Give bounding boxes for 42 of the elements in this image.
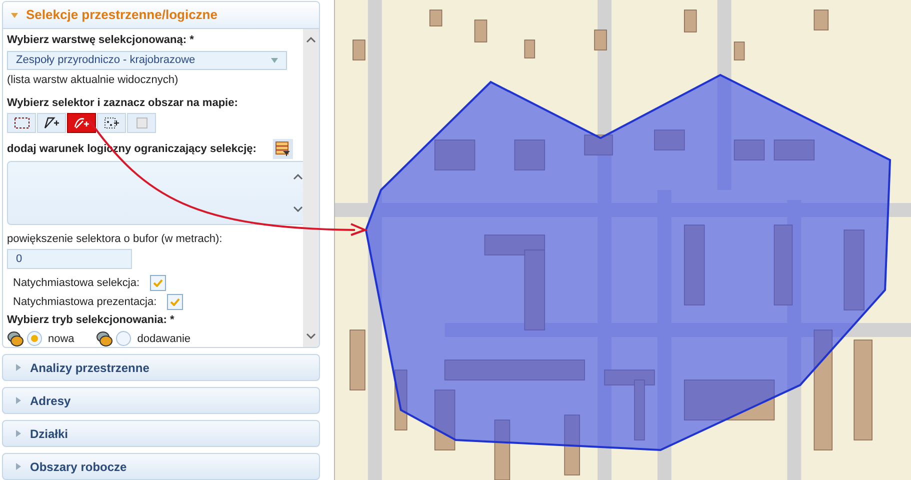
layers-icon	[7, 330, 25, 347]
accordion-header[interactable]: Obszary robocze	[2, 453, 320, 480]
dashed-rectangle-icon	[14, 117, 30, 130]
selector-label: Wybierz selektor i zaznacz obszar na mapie:	[7, 96, 239, 111]
radio-button[interactable]	[116, 331, 132, 346]
layers-icon	[96, 330, 114, 347]
blank-square-icon	[134, 117, 150, 130]
accordion-header[interactable]: Adresy	[2, 387, 320, 414]
scroll-up-icon[interactable]	[293, 174, 303, 180]
layer-dropdown[interactable]: Zespoły przyrodniczo - krajobrazowe	[7, 50, 287, 70]
layer-note: (lista warstw aktualnie widocznych)	[7, 73, 180, 88]
selector-tool-button[interactable]	[67, 113, 96, 134]
checkbox[interactable]	[150, 275, 166, 292]
radio-label: nowa	[48, 332, 74, 347]
radio-button[interactable]	[27, 331, 42, 346]
map-drawing[interactable]	[335, 0, 911, 480]
collapsed-caret-icon	[15, 364, 22, 371]
collapsed-caret-icon	[15, 397, 22, 404]
checkbox-label: Natychmiastowa prezentacja:	[13, 294, 157, 310]
filter-table-icon[interactable]	[273, 139, 293, 160]
layer-label: Wybierz warstwę selekcjonowaną: *	[7, 33, 195, 48]
mode-label: Wybierz tryb selekcjonowania: *	[7, 313, 176, 328]
accordion-header[interactable]: Działki	[2, 420, 320, 447]
freehand-plus-icon	[74, 117, 90, 130]
checkmark-icon	[152, 279, 163, 288]
scroll-up-icon[interactable]	[306, 37, 316, 43]
scroll-down-icon[interactable]	[306, 333, 316, 339]
buffer-label: powiększenie selektora o bufor (w metrach):	[7, 232, 224, 247]
dotted-plus-icon	[104, 117, 120, 130]
expanded-caret-icon	[11, 12, 18, 18]
buffer-input[interactable]: 0	[7, 249, 132, 270]
checkmark-icon	[170, 298, 180, 306]
checkbox-label: Natychmiastowa selekcja:	[13, 276, 140, 292]
checkbox[interactable]	[166, 294, 183, 310]
collapsed-caret-icon	[15, 430, 22, 437]
scrollbar[interactable]	[303, 29, 319, 347]
dropdown-caret-icon	[271, 56, 278, 64]
polygon-plus-icon	[44, 117, 60, 130]
radio-label: dodawanie	[137, 332, 191, 347]
scroll-down-icon[interactable]	[293, 206, 303, 212]
accordion-header[interactable]: Analizy przestrzenne	[2, 354, 320, 381]
collapsed-caret-icon	[15, 463, 22, 470]
